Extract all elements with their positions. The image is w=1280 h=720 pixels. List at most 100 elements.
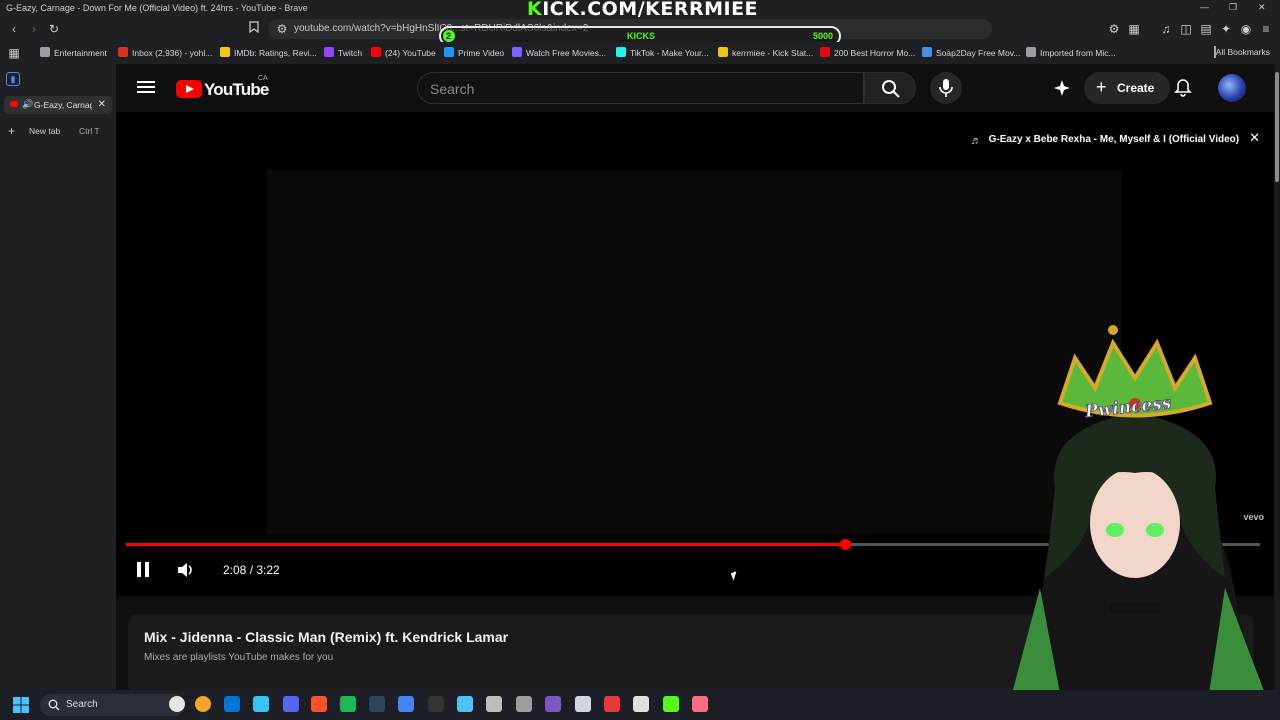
taskbar-app-icon[interactable] xyxy=(369,696,385,712)
bookmark-item[interactable]: Imported from Mic... xyxy=(1026,47,1116,58)
media-icon[interactable]: ♫ xyxy=(1158,21,1174,37)
taskbar-app-icon[interactable] xyxy=(253,696,269,712)
new-tab-shortcut: Ctrl T xyxy=(79,126,100,136)
bookmark-item[interactable]: Twitch xyxy=(324,47,362,58)
taskbar-app-icon[interactable] xyxy=(283,696,299,712)
bookmark-item[interactable]: (24) YouTube xyxy=(371,47,436,58)
taskbar-app-icon[interactable] xyxy=(398,696,414,712)
menu-icon[interactable]: ≡ xyxy=(1258,21,1274,37)
scrollbar-thumb[interactable] xyxy=(1275,72,1279,182)
dismiss-icon[interactable]: ✕ xyxy=(1249,130,1260,145)
taskbar-app-icon[interactable] xyxy=(311,696,327,712)
taskbar-app-icon[interactable] xyxy=(340,696,356,712)
close-window-button[interactable]: ✕ xyxy=(1258,2,1266,13)
bookmark-item[interactable]: Soap2Day Free Mov... xyxy=(922,47,1020,58)
plus-icon: + xyxy=(8,124,16,138)
site-info-icon[interactable]: ⚙ xyxy=(274,21,290,37)
bookmark-label: Inbox (2,936) - yohl... xyxy=(132,48,213,58)
hamburger-menu-icon[interactable] xyxy=(136,78,156,98)
search-box[interactable] xyxy=(417,72,864,104)
mix-subtitle: Mixes are playlists YouTube makes for yo… xyxy=(144,652,334,663)
tab-active[interactable]: 🔊 G-Eazy, Carnage ✕ xyxy=(4,96,112,114)
country-code: CA xyxy=(258,75,268,82)
wallet-icon[interactable]: ▤ xyxy=(1198,21,1214,37)
volume-icon[interactable] xyxy=(176,561,194,579)
tab-panel-icon[interactable]: ▮ xyxy=(6,72,20,86)
bookmark-item[interactable]: IMDb: Ratings, Revi... xyxy=(220,47,317,58)
bookmark-label: 200 Best Horror Mo... xyxy=(834,48,916,58)
vpn-icon[interactable]: ◉ xyxy=(1238,21,1254,37)
taskbar-app-icon[interactable] xyxy=(457,696,473,712)
bookmarks-bar: ▦ Entertainment Inbox (2,936) - yohl... IM… xyxy=(0,42,1280,64)
bookmark-item[interactable]: Entertainment xyxy=(40,47,107,58)
kick-banner-k: K xyxy=(527,0,543,20)
taskbar-app-icon[interactable] xyxy=(486,696,502,712)
search-icon xyxy=(882,80,900,98)
taskbar-app-icon[interactable] xyxy=(545,696,561,712)
taskbar-search[interactable]: Search xyxy=(40,694,185,716)
vtuber-avatar-overlay: Pwincess xyxy=(1005,325,1275,720)
taskbar-app-icon[interactable] xyxy=(169,696,185,712)
apps-grid-icon[interactable]: ▦ xyxy=(6,45,22,61)
kicks-goal: 5000 xyxy=(812,31,833,41)
tab-title: G-Eazy, Carnage xyxy=(34,100,92,110)
bookmark-favicon-icon xyxy=(118,47,128,57)
bookmark-icon[interactable] xyxy=(246,21,262,37)
youtube-play-icon xyxy=(176,80,202,98)
create-button[interactable]: + Create xyxy=(1084,72,1170,104)
up-next-title: G-Eazy x Bebe Rexha - Me, Myself & I (Of… xyxy=(988,134,1240,145)
taskbar-app-icon[interactable] xyxy=(663,696,679,712)
audio-playing-icon[interactable]: 🔊 xyxy=(22,99,33,110)
windows-start-icon[interactable] xyxy=(13,697,29,713)
vtuber-face xyxy=(1090,468,1180,578)
progress-scrubber[interactable] xyxy=(839,539,851,550)
bookmark-item[interactable]: Inbox (2,936) - yohl... xyxy=(118,47,212,58)
forward-arrow-icon[interactable]: › xyxy=(26,21,42,37)
casting-sparkle-icon[interactable] xyxy=(1052,78,1072,98)
back-arrow-icon[interactable]: ‹ xyxy=(6,21,22,37)
bookmark-item[interactable]: 200 Best Horror Mo... xyxy=(820,47,915,58)
windows-taskbar: Search xyxy=(0,690,1280,720)
bookmark-favicon-icon xyxy=(512,47,522,57)
taskbar-app-icon[interactable] xyxy=(224,696,240,712)
create-label: Create xyxy=(1117,81,1155,95)
bookmark-label: Twitch xyxy=(338,48,363,58)
restore-button[interactable]: ❐ xyxy=(1229,2,1237,13)
voice-search-button[interactable] xyxy=(930,72,962,104)
bookmark-item[interactable]: Prime Video xyxy=(444,47,504,58)
bookmark-label: Prime Video xyxy=(458,48,505,58)
pause-icon[interactable] xyxy=(137,562,149,577)
close-tab-icon[interactable]: ✕ xyxy=(98,99,106,110)
search-button[interactable] xyxy=(864,72,916,104)
extensions-icon[interactable]: ⚙ xyxy=(1106,21,1122,37)
taskbar-app-icon[interactable] xyxy=(633,696,649,712)
account-avatar[interactable] xyxy=(1218,74,1246,102)
window-title: G-Eazy, Carnage - Down For Me (Official … xyxy=(6,3,308,13)
all-bookmarks-button[interactable]: All Bookmarks xyxy=(1213,46,1270,58)
search-input[interactable] xyxy=(430,80,850,98)
up-next-notice[interactable]: ♬ G-Eazy x Bebe Rexha - Me, Myself & I (O… xyxy=(971,130,1260,147)
microphone-icon xyxy=(939,79,953,97)
bookmark-item[interactable]: kerrmiee - Kick Stat... xyxy=(718,47,813,58)
bookmark-item[interactable]: Watch Free Movies... xyxy=(512,47,606,58)
taskbar-app-icon[interactable] xyxy=(516,696,532,712)
taskbar-app-icon[interactable] xyxy=(575,696,591,712)
notifications-bell-icon[interactable] xyxy=(1173,78,1193,98)
taskbar-app-icon[interactable] xyxy=(604,696,620,712)
taskbar-app-icon[interactable] xyxy=(428,696,444,712)
taskbar-app-icon[interactable] xyxy=(692,696,708,712)
leo-icon[interactable]: ✦ xyxy=(1218,21,1234,37)
screenshot-icon[interactable]: ▦ xyxy=(1126,21,1142,37)
minimize-button[interactable]: — xyxy=(1200,2,1209,12)
youtube-header: YouTube CA + Create xyxy=(116,64,1280,112)
sidebar-toggle-icon[interactable]: ◫ xyxy=(1178,21,1194,37)
taskbar-search-label: Search xyxy=(66,699,98,710)
plus-icon: + xyxy=(1096,77,1107,97)
reload-icon[interactable]: ↻ xyxy=(46,21,62,37)
bookmark-item[interactable]: TikTok - Make Your... xyxy=(616,47,709,58)
bookmark-favicon-icon xyxy=(40,47,50,57)
mix-title[interactable]: Mix - Jidenna - Classic Man (Remix) ft. … xyxy=(144,629,508,645)
kick-banner-text: ICK.COM/KERRMIEE xyxy=(542,0,759,20)
taskbar-app-icon[interactable] xyxy=(195,696,211,712)
bookmark-label: kerrmiee - Kick Stat... xyxy=(732,48,814,58)
